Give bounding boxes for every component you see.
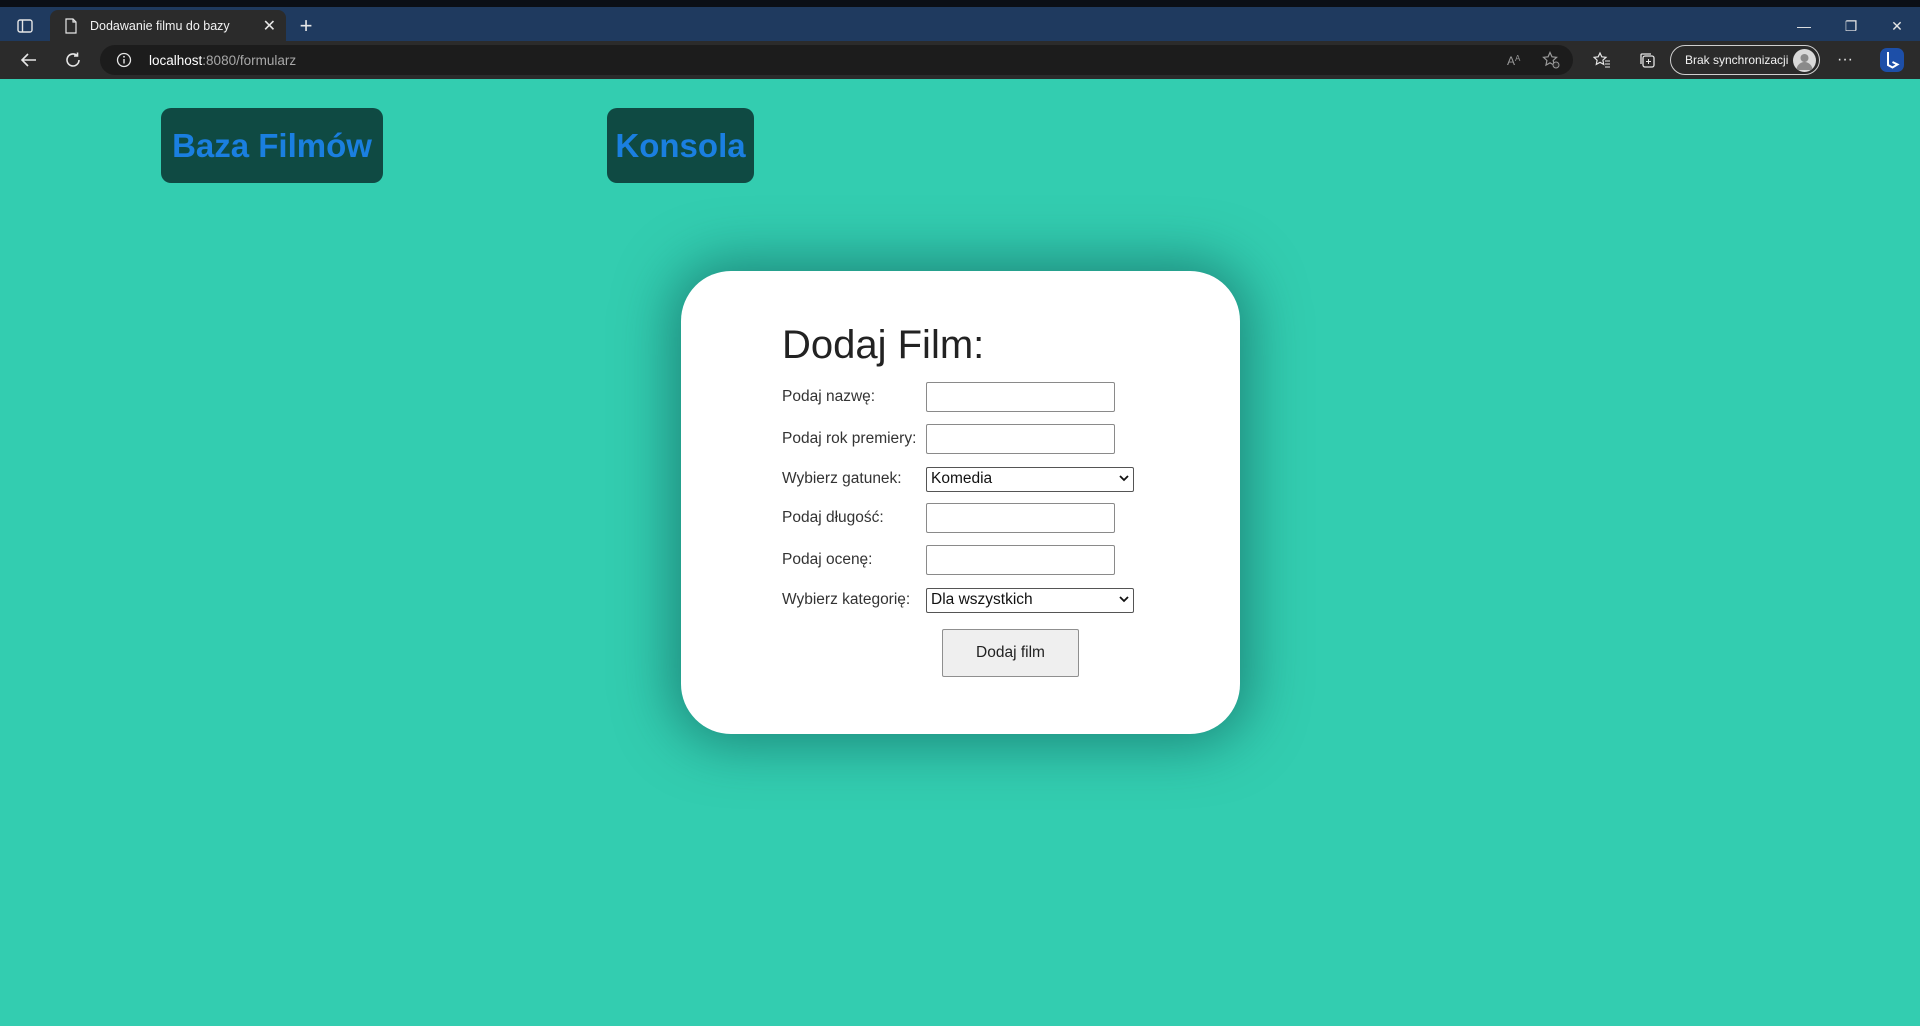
genre-label: Wybierz gatunek: [782, 470, 902, 487]
browser-tab-active[interactable]: Dodawanie filmu do bazy ✕ [50, 10, 286, 41]
copilot-icon[interactable] [1877, 46, 1907, 74]
rating-input[interactable] [926, 545, 1115, 575]
form-title: Dodaj Film: [782, 323, 985, 367]
new-tab-button[interactable]: + [294, 15, 318, 39]
category-label: Wybierz kategorię: [782, 591, 911, 608]
tab-title: Dodawanie filmu do bazy [90, 18, 230, 33]
tab-close-icon[interactable]: ✕ [263, 16, 276, 36]
films-database-link[interactable]: Baza Filmów [161, 108, 383, 183]
collections-icon[interactable] [1632, 46, 1662, 74]
browser-titlebar: Dodawanie filmu do bazy ✕ + — ❐ ✕ [0, 0, 1920, 41]
year-input[interactable] [926, 424, 1115, 454]
name-label: Podaj nazwę: [782, 388, 876, 405]
chevron-down-icon [1119, 594, 1129, 606]
reload-icon[interactable] [58, 46, 88, 74]
url-path: :8080/formularz [202, 52, 297, 68]
page-content: Baza Filmów Konsola Dodaj Film: Podaj na… [0, 79, 1920, 1026]
console-link[interactable]: Konsola [607, 108, 754, 183]
page-icon [65, 17, 77, 34]
add-film-button[interactable]: Dodaj film [942, 629, 1079, 677]
add-favorite-icon[interactable] [1536, 46, 1566, 74]
svg-text:A: A [1515, 54, 1521, 63]
site-info-icon[interactable] [116, 52, 132, 68]
read-aloud-icon[interactable]: AA [1500, 46, 1530, 74]
profile-avatar-icon [1793, 49, 1816, 72]
name-row: Podaj nazwę: [782, 382, 1115, 412]
category-selected-value: Dla wszystkich [931, 591, 1033, 608]
tab-actions-icon[interactable] [12, 14, 38, 38]
genre-row: Wybierz gatunek: Komedia [782, 464, 1134, 494]
add-film-form: Dodaj Film: Podaj nazwę: Podaj rok premi… [681, 271, 1240, 734]
chevron-down-icon [1119, 473, 1129, 485]
length-row: Podaj długość: [782, 503, 1115, 533]
genre-selected-value: Komedia [931, 470, 993, 487]
address-bar[interactable]: localhost:8080/formularz [100, 45, 1573, 75]
url-host: localhost [149, 52, 203, 68]
name-input[interactable] [926, 382, 1115, 412]
sync-label: Brak synchronizacji [1685, 53, 1789, 67]
length-input[interactable] [926, 503, 1115, 533]
category-select[interactable]: Dla wszystkich [926, 587, 1134, 613]
restore-button[interactable]: ❐ [1828, 15, 1874, 39]
browser-toolbar: localhost:8080/formularz AA Brak synchro… [0, 41, 1920, 79]
minimize-button[interactable]: — [1781, 15, 1827, 39]
back-icon[interactable] [14, 46, 44, 74]
length-label: Podaj długość: [782, 509, 884, 526]
close-window-button[interactable]: ✕ [1874, 15, 1920, 39]
year-row: Podaj rok premiery: [782, 424, 1115, 454]
svg-text:A: A [1507, 54, 1515, 68]
favorites-icon[interactable] [1587, 46, 1617, 74]
year-label: Podaj rok premiery: [782, 430, 917, 447]
rating-label: Podaj ocenę: [782, 551, 873, 568]
sync-button[interactable]: Brak synchronizacji [1670, 45, 1820, 75]
category-row: Wybierz kategorię: Dla wszystkich [782, 585, 1134, 615]
genre-select[interactable]: Komedia [926, 466, 1134, 492]
more-options-icon[interactable]: ··· [1830, 46, 1860, 74]
rating-row: Podaj ocenę: [782, 545, 1115, 575]
